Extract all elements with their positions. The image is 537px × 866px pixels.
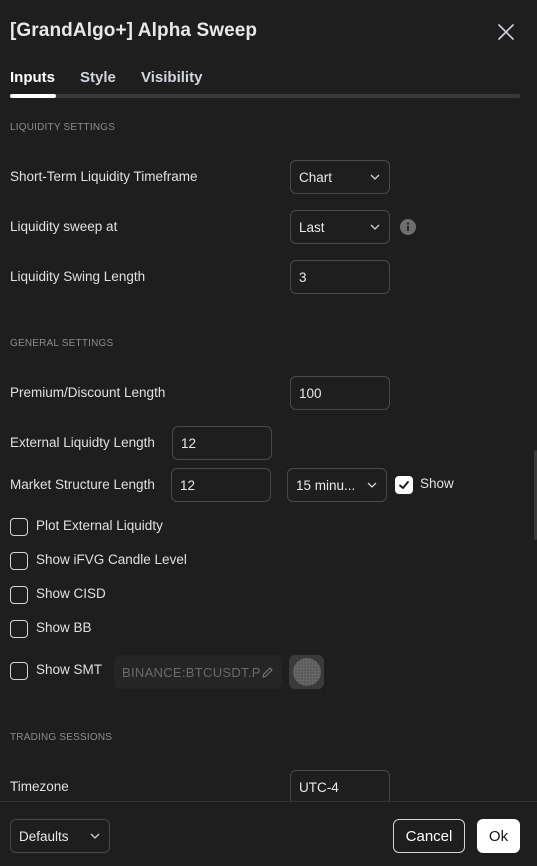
dialog-header: [GrandAlgo+] Alpha Sweep (0, 0, 537, 62)
tab-inputs[interactable]: Inputs (10, 69, 55, 86)
premium-discount-input[interactable]: 100 (290, 376, 390, 410)
sweep-at-label: Liquidity sweep at (10, 219, 118, 234)
chevron-down-icon (90, 833, 100, 839)
chevron-down-icon (370, 224, 380, 230)
market-structure-show-checkbox[interactable] (395, 476, 413, 494)
show-cisd-label: Show CISD (36, 586, 106, 601)
market-structure-tf-value: 15 minu... (296, 477, 356, 493)
smt-color-swatch[interactable] (289, 655, 324, 689)
chevron-down-icon (367, 482, 377, 488)
swing-length-label: Liquidity Swing Length (10, 269, 146, 284)
external-liq-label: External Liquidty Length (10, 435, 155, 450)
timezone-label: Timezone (10, 779, 69, 794)
close-icon (498, 24, 514, 40)
swing-length-input[interactable]: 3 (290, 260, 390, 294)
color-swatch-icon (292, 658, 321, 686)
inputs-panel[interactable]: LIQUIDITY SETTINGS Short-Term Liquidity … (0, 100, 537, 801)
market-structure-tf-select[interactable]: 15 minu... (287, 468, 387, 502)
info-icon[interactable] (400, 219, 416, 235)
close-button[interactable] (494, 20, 518, 44)
short-term-tf-select[interactable]: Chart (290, 160, 390, 194)
tab-style[interactable]: Style (80, 69, 116, 86)
defaults-select[interactable]: Defaults (10, 819, 110, 853)
sweep-at-select[interactable]: Last (290, 210, 390, 244)
smt-symbol-value: BINANCE:BTCUSDT.P (122, 664, 261, 680)
show-smt-label: Show SMT (36, 662, 103, 677)
section-liquidity-settings: LIQUIDITY SETTINGS (10, 122, 116, 133)
tab-active-indicator (10, 94, 56, 98)
section-trading-sessions: TRADING SESSIONS (10, 732, 113, 743)
defaults-label: Defaults (19, 828, 69, 844)
premium-discount-label: Premium/Discount Length (10, 385, 166, 400)
section-general-settings: GENERAL SETTINGS (10, 338, 114, 349)
external-liq-input[interactable]: 12 (172, 426, 272, 460)
show-bb-checkbox[interactable] (10, 620, 28, 638)
show-ifvg-checkbox[interactable] (10, 552, 28, 570)
timezone-input[interactable]: UTC-4 (290, 770, 390, 801)
checkmark-icon (399, 481, 409, 489)
smt-symbol-field[interactable]: BINANCE:BTCUSDT.P (114, 655, 282, 689)
show-smt-checkbox[interactable] (10, 662, 28, 680)
dialog-title: [GrandAlgo+] Alpha Sweep (10, 20, 258, 41)
show-bb-label: Show BB (36, 620, 92, 635)
tab-visibility[interactable]: Visibility (141, 69, 202, 86)
show-ifvg-label: Show iFVG Candle Level (36, 552, 187, 567)
plot-external-liq-label: Plot External Liquidty (36, 518, 163, 533)
short-term-tf-label: Short-Term Liquidity Timeframe (10, 169, 198, 184)
tab-track (10, 94, 520, 98)
market-structure-input[interactable]: 12 (171, 468, 271, 502)
show-cisd-checkbox[interactable] (10, 586, 28, 604)
market-structure-show-label: Show (420, 476, 454, 491)
chevron-down-icon (370, 174, 380, 180)
plot-external-liq-checkbox[interactable] (10, 518, 28, 536)
cancel-button[interactable]: Cancel (393, 819, 465, 853)
market-structure-label: Market Structure Length (10, 477, 155, 492)
short-term-tf-value: Chart (299, 169, 333, 185)
ok-button[interactable]: Ok (477, 819, 520, 853)
sweep-at-value: Last (299, 219, 325, 235)
footer-divider (0, 801, 537, 802)
pencil-icon[interactable] (261, 666, 274, 679)
